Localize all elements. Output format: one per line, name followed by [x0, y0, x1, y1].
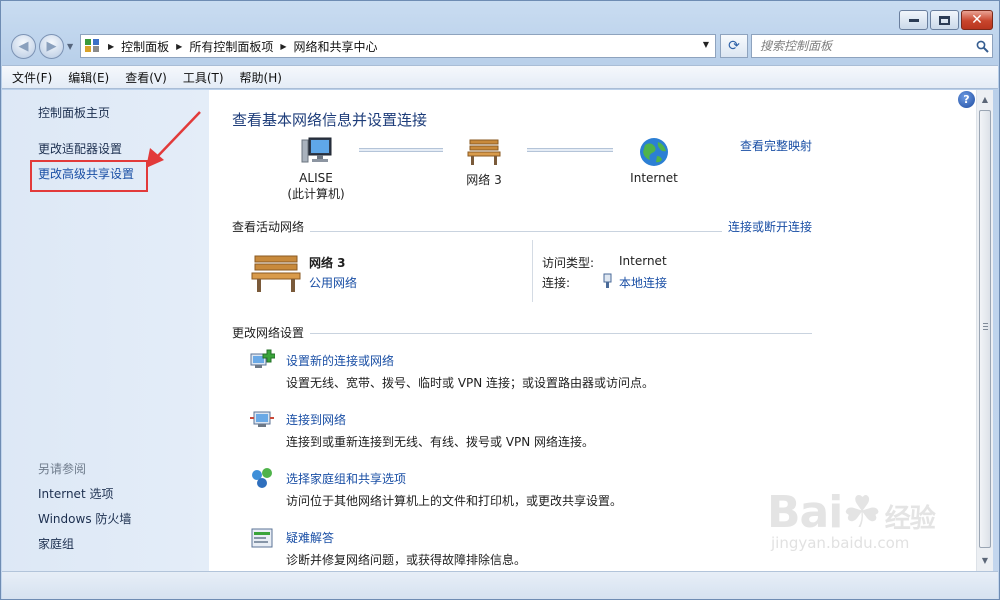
forward-button[interactable]: ▶ [39, 34, 64, 59]
scroll-up-icon[interactable]: ▲ [977, 91, 993, 108]
menu-help[interactable]: 帮助(H) [240, 69, 282, 86]
help-icon[interactable]: ? [958, 91, 975, 108]
paw-icon: ☘ [842, 487, 881, 538]
task-setup-connection-desc: 设置无线、宽带、拨号、临时或 VPN 连接；或设置路由器或访问点。 [286, 376, 655, 390]
computer-name: ALISE [299, 171, 333, 185]
vertical-scrollbar[interactable]: ▲ ▼ [976, 90, 993, 571]
menu-tools[interactable]: 工具(T) [183, 69, 224, 86]
breadcrumb-separator-icon[interactable]: ▶ [176, 42, 182, 51]
change-settings-title: 更改网络设置 [232, 324, 311, 341]
grip-icon [983, 326, 988, 327]
breadcrumb-separator-icon[interactable]: ▶ [280, 42, 286, 51]
computer-subtitle: (此计算机) [287, 187, 345, 201]
address-bar[interactable]: ▶ 控制面板 ▶ 所有控制面板项 ▶ 网络和共享中心 ▼ [80, 34, 716, 58]
menu-edit[interactable]: 编辑(E) [68, 69, 109, 86]
active-networks-title: 查看活动网络 [232, 218, 311, 235]
sidebar-link-firewall[interactable]: Windows 防火墙 [38, 510, 131, 527]
refresh-icon: ⟳ [728, 38, 740, 54]
network-label: 网络 3 [466, 173, 502, 187]
minimize-button[interactable] [899, 10, 928, 30]
new-connection-icon [250, 349, 275, 368]
bench-icon [251, 255, 301, 292]
task-setup-connection-link[interactable]: 设置新的连接或网络 [286, 352, 394, 369]
recent-pages-dropdown[interactable]: ▼ [67, 42, 73, 51]
annotation-highlight-box [30, 160, 148, 192]
search-box[interactable] [751, 34, 993, 58]
sidebar-link-internet-options[interactable]: Internet 选项 [38, 485, 113, 502]
view-full-map-link[interactable]: 查看完整映射 [740, 137, 812, 154]
grip-icon [983, 323, 988, 324]
navigation-row: ◀ ▶ ▼ ▶ 控制面板 ▶ 所有控制面板项 ▶ 网络和共享中心 ▼ ⟳ [9, 34, 993, 60]
ethernet-plug-icon [603, 273, 612, 288]
back-button[interactable]: ◀ [11, 34, 36, 59]
task-connect-network-link[interactable]: 连接到网络 [286, 411, 346, 428]
sidebar: 控制面板主页 更改适配器设置 更改高级共享设置 另请参阅 Internet 选项… [2, 90, 209, 571]
active-network-name: 网络 3 [309, 256, 346, 270]
map-connection-line [527, 148, 613, 152]
maximize-button[interactable] [930, 10, 959, 30]
minimize-icon [908, 18, 919, 22]
section-divider [232, 333, 812, 334]
see-also-heading: 另请参阅 [38, 462, 87, 476]
menu-bar: 文件(F) 编辑(E) 查看(V) 工具(T) 帮助(H) [2, 65, 998, 89]
map-node-internet[interactable]: Internet [609, 136, 699, 185]
task-troubleshoot-desc: 诊断并修复网络问题，或获得故障排除信息。 [286, 553, 527, 567]
troubleshoot-icon [251, 528, 273, 548]
connection-label: 连接: [542, 276, 571, 290]
address-history-dropdown[interactable]: ▼ [703, 40, 709, 49]
internet-label: Internet [630, 171, 678, 185]
computer-icon [301, 137, 332, 163]
annotation-arrow-icon [146, 111, 201, 168]
globe-icon [640, 138, 668, 166]
connect-network-icon [250, 411, 274, 427]
task-homegroup-desc: 访问位于其他网络计算机上的文件和打印机，或更改共享设置。 [286, 494, 623, 508]
watermark-text: Bai [767, 487, 843, 538]
sidebar-link-home[interactable]: 控制面板主页 [38, 104, 110, 121]
bench-icon [467, 139, 501, 165]
watermark-logo: Bai☘ 经验 jingyan.baidu.com [767, 487, 936, 552]
search-input[interactable] [760, 39, 972, 53]
map-node-network[interactable]: 网络 3 [439, 136, 529, 188]
maximize-icon [939, 15, 950, 25]
refresh-button[interactable]: ⟳ [720, 34, 748, 58]
search-icon[interactable] [972, 40, 992, 53]
watermark-text-2: 经验 [884, 504, 936, 534]
access-type-value: Internet [619, 254, 667, 268]
page-title: 查看基本网络信息并设置连接 [232, 111, 428, 129]
network-type-link[interactable]: 公用网络 [309, 274, 357, 291]
status-bar [2, 571, 998, 599]
sidebar-link-adapter-settings[interactable]: 更改适配器设置 [38, 140, 122, 157]
task-connect-network-desc: 连接到或重新连接到无线、有线、拨号或 VPN 网络连接。 [286, 435, 595, 449]
breadcrumb-all-items[interactable]: 所有控制面板项 [189, 38, 273, 55]
task-homegroup-link[interactable]: 选择家庭组和共享选项 [286, 470, 406, 487]
breadcrumb-control-panel[interactable]: 控制面板 [121, 38, 169, 55]
task-troubleshoot-link[interactable]: 疑难解答 [286, 529, 334, 546]
map-connection-line [359, 148, 443, 152]
grip-icon [983, 329, 988, 330]
connect-disconnect-link[interactable]: 连接或断开连接 [722, 218, 813, 235]
menu-file[interactable]: 文件(F) [12, 69, 52, 86]
back-arrow-icon: ◀ [18, 39, 29, 54]
local-connection-link[interactable]: 本地连接 [619, 274, 667, 291]
vertical-divider [532, 240, 533, 302]
breadcrumb-network-center[interactable]: 网络和共享中心 [294, 38, 378, 55]
homegroup-icon [252, 468, 272, 488]
menu-view[interactable]: 查看(V) [125, 69, 167, 86]
sidebar-link-homegroup[interactable]: 家庭组 [38, 535, 74, 552]
close-button[interactable]: ✕ [961, 10, 993, 30]
breadcrumb-separator-icon[interactable]: ▶ [108, 42, 114, 51]
scrollbar-thumb[interactable] [979, 110, 991, 548]
window: ✕ ◀ ▶ ▼ ▶ 控制面板 ▶ 所有控制面板项 ▶ 网络和共享中心 ▼ ⟳ 搜… [0, 0, 1000, 600]
forward-arrow-icon: ▶ [46, 39, 57, 54]
control-panel-icon [85, 39, 101, 53]
scroll-down-icon[interactable]: ▼ [977, 552, 993, 569]
caption-buttons: ✕ [899, 10, 993, 30]
map-node-computer[interactable]: ALISE (此计算机) [271, 136, 361, 202]
access-type-label: 访问类型: [542, 256, 595, 270]
close-icon: ✕ [971, 12, 983, 28]
